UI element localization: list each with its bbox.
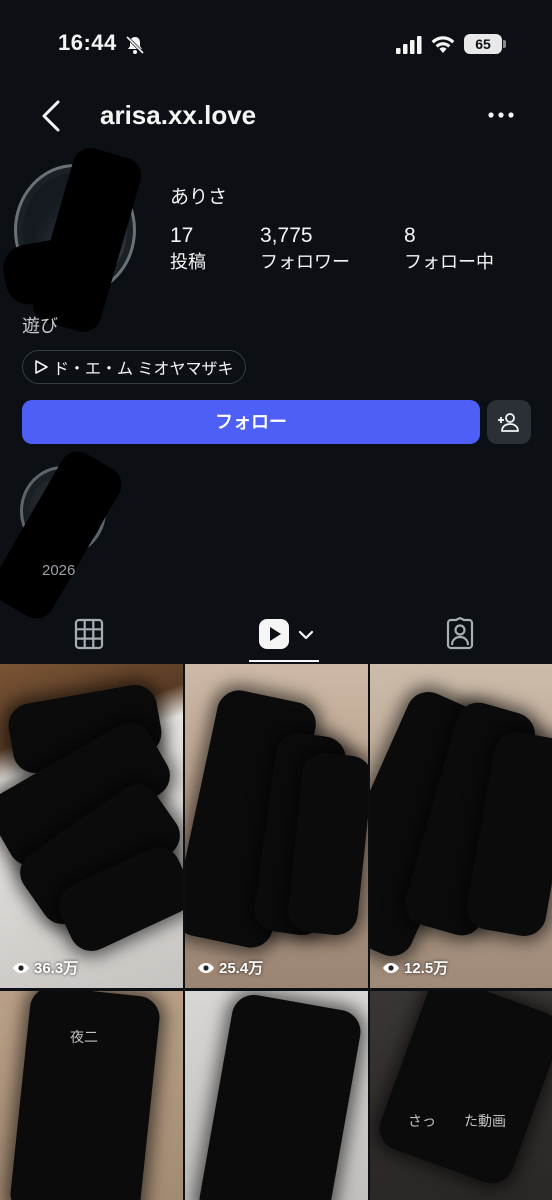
tab-tagged[interactable] <box>444 614 478 662</box>
play-outline-icon <box>35 360 48 374</box>
battery-nub <box>503 40 506 48</box>
music-title: ド・エ・ム ミオヤマザキ <box>53 361 234 378</box>
tab-reels[interactable] <box>258 614 320 662</box>
stat-following-label: フォロー中 <box>404 252 494 272</box>
redaction-mark <box>196 991 364 1200</box>
stat-posts-count: 17 <box>170 224 194 247</box>
back-button[interactable] <box>36 96 72 136</box>
reel-view-count: 25.4万 <box>197 957 263 978</box>
status-bar: 16:44 65 <box>0 0 552 90</box>
reel-view-count: 12.5万 <box>382 957 448 978</box>
reels-grid: 36.3万 25.4万 12.5万 夜二 さっ た動画 <box>0 664 552 1200</box>
redaction-mark <box>373 991 552 1190</box>
bell-muted-icon <box>124 34 146 61</box>
profile-username: arisa.xx.love <box>100 100 257 130</box>
add-person-icon <box>498 413 519 432</box>
grid-icon <box>74 618 104 650</box>
reel-tile[interactable]: 36.3万 <box>0 664 183 988</box>
reel-view-count-text: 36.3万 <box>34 960 79 977</box>
stat-followers-label: フォロワー <box>260 252 350 272</box>
cellular-signal-icon <box>396 36 422 59</box>
status-time: 16:44 <box>58 30 117 55</box>
display-name: ありさ <box>170 187 228 208</box>
stat-posts-label: 投稿 <box>170 252 206 272</box>
eye-icon <box>198 962 214 973</box>
reel-view-count-text: 25.4万 <box>219 960 264 977</box>
reel-tile[interactable]: 12.5万 <box>370 664 552 988</box>
reel-tile[interactable]: 夜二 <box>0 991 183 1200</box>
redaction-mark <box>0 444 129 626</box>
more-dots-icon <box>488 112 514 118</box>
reel-caption-text: 夜二 <box>70 1029 98 1045</box>
more-options-button[interactable] <box>484 100 518 130</box>
active-tab-indicator <box>249 660 319 662</box>
profile-bio: 遊び <box>22 316 58 336</box>
suggested-accounts-button[interactable] <box>487 400 531 444</box>
stat-following[interactable]: 8 フォロー中 <box>404 222 494 274</box>
tab-grid[interactable] <box>74 614 110 662</box>
eye-icon <box>383 962 399 973</box>
stat-posts[interactable]: 17 投稿 <box>170 222 206 274</box>
reel-view-count: 36.3万 <box>12 957 78 978</box>
reel-tile[interactable]: 25.4万 <box>185 664 368 988</box>
wifi-icon <box>430 34 456 59</box>
tagged-icon <box>446 616 474 650</box>
profile-music-chip[interactable]: ド・エ・ム ミオヤマザキ <box>22 350 247 384</box>
chevron-left-icon <box>42 100 60 132</box>
highlight-label: 2026 <box>42 562 76 579</box>
eye-icon <box>13 962 29 973</box>
stat-following-count: 8 <box>404 224 416 247</box>
reel-caption-text: さっ た動画 <box>408 1113 506 1129</box>
chevron-down-icon <box>298 630 314 640</box>
follow-button[interactable]: フォロー <box>22 400 480 444</box>
reels-icon <box>259 619 289 649</box>
stat-followers[interactable]: 3,775 フォロワー <box>260 222 350 274</box>
battery-indicator: 65 <box>464 34 502 54</box>
redaction-mark <box>8 991 162 1200</box>
reel-tile[interactable] <box>185 991 368 1200</box>
reel-view-count-text: 12.5万 <box>404 960 449 977</box>
reel-tile[interactable]: さっ た動画 <box>370 991 552 1200</box>
stat-followers-count: 3,775 <box>260 224 313 247</box>
